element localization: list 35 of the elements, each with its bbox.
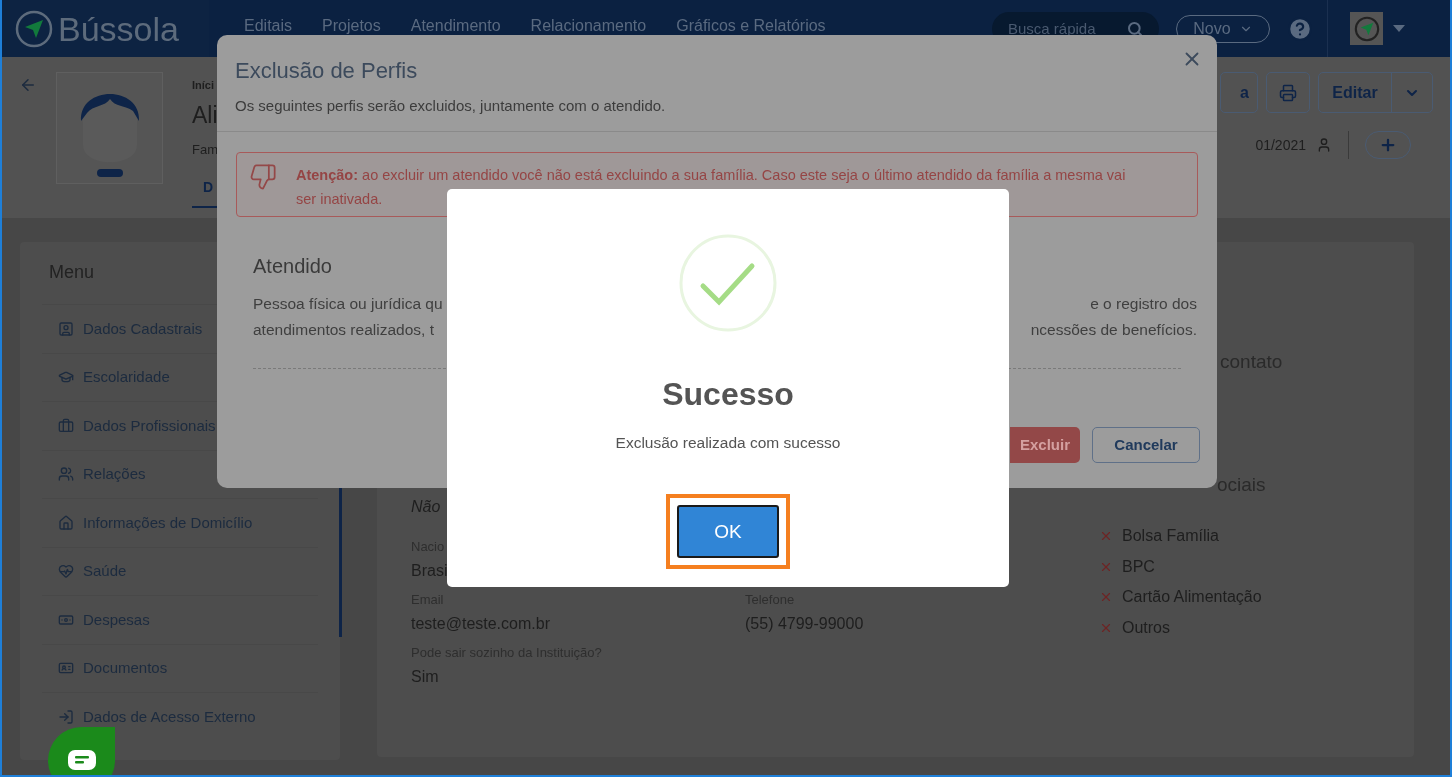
back-icon[interactable] — [19, 76, 37, 94]
caret-icon[interactable] — [1393, 24, 1405, 33]
cancel-button[interactable]: Cancelar — [1092, 427, 1200, 463]
action-button[interactable]: a — [1220, 72, 1258, 113]
ok-button[interactable]: OK — [677, 505, 779, 559]
logo-text: Bússola — [58, 11, 179, 46]
warning-text: Atenção: ao excluir um atendido você não está excluindo a sua família. Caso este seja o último atendido da família a mesma vai — [296, 166, 1126, 185]
section-title: Atendido — [253, 254, 333, 279]
heart-pulse-icon — [58, 563, 74, 580]
success-message: Exclusão realizada com sucesso — [615, 433, 841, 453]
user-avatar[interactable] — [1350, 12, 1383, 45]
dialog-title: Exclusão de Perfis — [235, 57, 418, 85]
compass-logo-icon — [14, 8, 54, 49]
success-check-icon — [679, 234, 777, 332]
chat-icon — [67, 749, 96, 772]
compass-icon — [1352, 14, 1381, 43]
thumbs-down-icon — [249, 163, 277, 191]
description-text: e o registro dos — [1090, 294, 1197, 314]
plus-icon — [1379, 136, 1397, 154]
success-title: Sucesso — [662, 375, 794, 414]
warning-text: ser inativada. — [296, 190, 384, 209]
dialog-subtitle: Os seguintes perfis serão excluidos, juntamente com o atendido. — [235, 96, 666, 116]
login-icon — [58, 708, 74, 725]
chat-button[interactable] — [48, 727, 115, 775]
print-button[interactable] — [1266, 72, 1310, 113]
briefcase-icon — [58, 417, 74, 434]
description-text: ncessões de benefícios. — [1030, 320, 1197, 340]
printer-icon — [1279, 83, 1297, 102]
delete-button[interactable]: Excluir — [1010, 427, 1080, 463]
user-icon — [1316, 137, 1332, 153]
edit-button[interactable]: Editar — [1319, 73, 1392, 112]
contact-card-icon — [58, 320, 74, 337]
house-icon — [58, 514, 74, 531]
search-icon — [1127, 20, 1143, 37]
people-icon — [58, 466, 74, 483]
